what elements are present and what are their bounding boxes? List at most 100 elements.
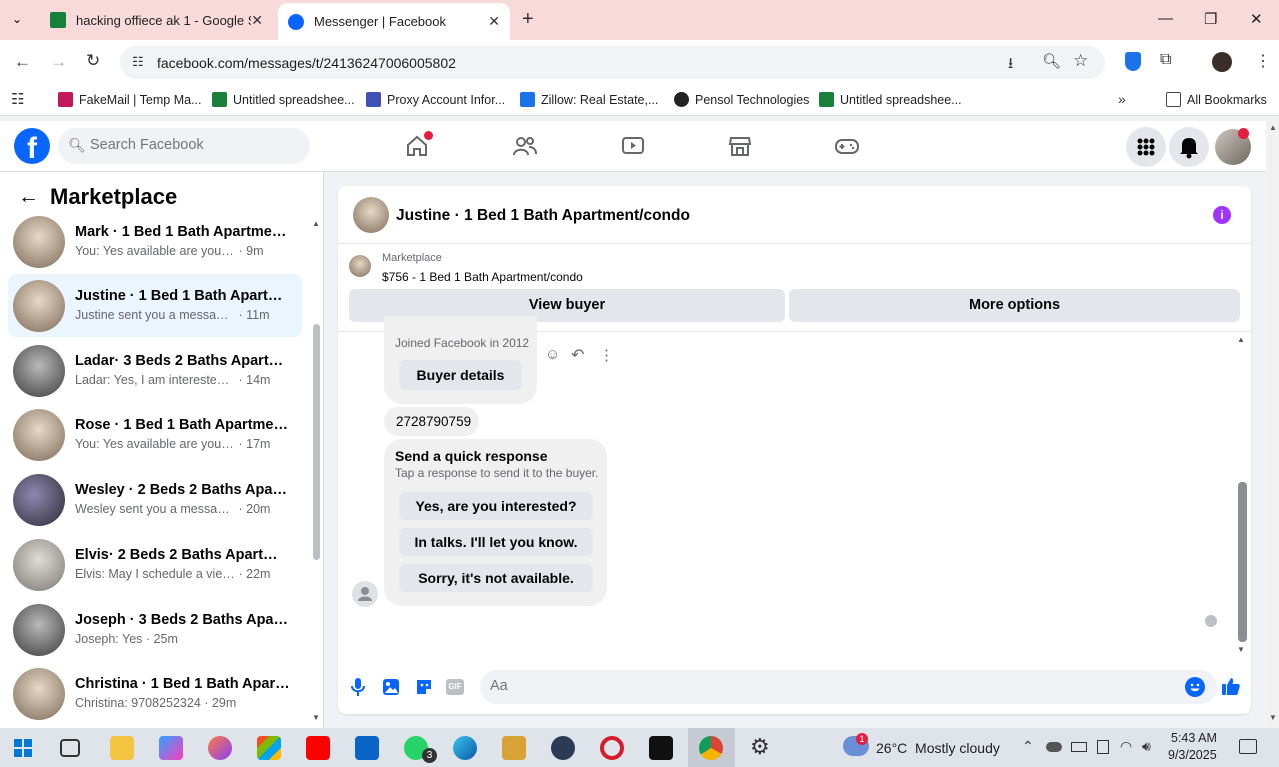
notification-center-icon[interactable] bbox=[1239, 739, 1257, 754]
wifi-icon[interactable]: ◠ bbox=[1120, 738, 1132, 755]
zoom-icon[interactable]: 🔍︎ bbox=[1042, 52, 1061, 70]
monitor-app-icon[interactable] bbox=[551, 736, 575, 760]
chrome-taskbar-active[interactable] bbox=[688, 728, 735, 767]
tab-google-sheets[interactable]: hacking offiece ak 1 - Google Sh ✕ bbox=[38, 0, 273, 40]
opera-icon[interactable] bbox=[600, 736, 624, 760]
volume-icon[interactable]: 🔊︎ bbox=[1142, 738, 1151, 755]
marketplace-icon[interactable] bbox=[727, 133, 753, 159]
bookmark-zillow[interactable]: Zillow: Real Estate,... bbox=[520, 92, 658, 107]
profile-avatar[interactable] bbox=[1212, 52, 1232, 72]
video-icon[interactable] bbox=[620, 133, 646, 159]
list-scrollbar-thumb[interactable] bbox=[313, 324, 320, 560]
extensions-icon[interactable]: ⧉ bbox=[1160, 51, 1171, 69]
react-emoji-icon[interactable]: ☺ bbox=[545, 346, 560, 363]
search-input[interactable] bbox=[90, 137, 290, 153]
window-close-icon[interactable]: ✕ bbox=[1250, 10, 1263, 28]
conversation-rose[interactable]: Rose · 1 Bed 1 Bath Apartment/condo You:… bbox=[8, 403, 302, 466]
quick-reply-not-available[interactable]: Sorry, it's not available. bbox=[399, 564, 593, 592]
bookmark-pensol[interactable]: Pensol Technologies bbox=[674, 92, 809, 107]
sticker-icon[interactable] bbox=[415, 678, 433, 696]
like-icon[interactable] bbox=[1221, 676, 1241, 696]
weather-text[interactable]: 26°C Mostly cloudy bbox=[876, 740, 1000, 756]
conversation-wesley[interactable]: Wesley · 2 Beds 2 Baths Apartment/condo … bbox=[8, 468, 302, 531]
list-scroll-down-icon[interactable]: ▼ bbox=[312, 713, 320, 722]
site-info-icon[interactable]: ☷ bbox=[132, 54, 144, 70]
listing-price-title[interactable]: $756 - 1 Bed 1 Bath Apartment/condo bbox=[382, 270, 583, 284]
bookmark-spreadsheet-2[interactable]: Untitled spreadshee... bbox=[819, 92, 962, 107]
vpn-shield-icon[interactable] bbox=[1125, 52, 1141, 71]
info-icon[interactable]: i bbox=[1213, 206, 1231, 224]
message-input[interactable] bbox=[490, 678, 1090, 694]
restore-icon[interactable]: ❐ bbox=[1204, 10, 1217, 28]
page-scrollbar[interactable]: ▲ ▼ bbox=[1266, 121, 1279, 728]
more-actions-icon[interactable]: ⋮ bbox=[599, 346, 614, 364]
conversation-christina[interactable]: Christina · 1 Bed 1 Bath Apartment/condo… bbox=[8, 662, 302, 725]
gaming-icon[interactable] bbox=[834, 133, 860, 159]
scroll-up-icon[interactable]: ▲ bbox=[1269, 123, 1277, 132]
photo-icon[interactable] bbox=[382, 678, 400, 696]
all-bookmarks[interactable]: All Bookmarks bbox=[1166, 92, 1267, 107]
new-tab-icon[interactable]: + bbox=[522, 8, 534, 31]
windows-start-icon[interactable] bbox=[14, 739, 32, 757]
conversation-mark[interactable]: Mark · 1 Bed 1 Bath Apartment/condo You:… bbox=[8, 210, 302, 273]
battery-icon[interactable] bbox=[1071, 742, 1087, 752]
onedrive-icon[interactable] bbox=[1046, 742, 1062, 752]
list-scroll-up-icon[interactable]: ▲ bbox=[312, 219, 320, 228]
copilot-icon[interactable] bbox=[159, 736, 183, 760]
conversation-justine[interactable]: Justine · 1 Bed 1 Bath Apartment/condo J… bbox=[8, 274, 302, 337]
address-bar[interactable]: ☷ facebook.com/messages/t/24136247006005… bbox=[120, 46, 1105, 79]
facebook-logo[interactable]: f bbox=[14, 128, 50, 164]
close-tab-icon[interactable]: ✕ bbox=[251, 12, 263, 29]
close-tab-icon[interactable]: ✕ bbox=[488, 13, 500, 30]
show-hidden-icons[interactable]: ⌃ bbox=[1022, 738, 1034, 755]
chat-scrollbar-thumb[interactable] bbox=[1238, 482, 1247, 642]
clock-date[interactable]: 9/3/2025 bbox=[1168, 748, 1217, 762]
microsoft-store-icon[interactable] bbox=[257, 736, 281, 760]
emoji-icon[interactable] bbox=[1185, 677, 1205, 697]
tab-messenger[interactable]: Messenger | Facebook ✕ bbox=[278, 3, 510, 40]
quick-reply-in-talks[interactable]: In talks. I'll let you know. bbox=[399, 528, 593, 556]
outlook-icon[interactable] bbox=[355, 736, 379, 760]
buyer-details-button[interactable]: Buyer details bbox=[399, 360, 522, 390]
install-app-icon[interactable]: ⭳ bbox=[1008, 53, 1013, 78]
back-arrow-icon[interactable]: ← bbox=[18, 185, 39, 209]
friends-icon[interactable] bbox=[512, 133, 538, 159]
network-adapter-icon[interactable] bbox=[1097, 740, 1109, 754]
scroll-down-icon[interactable]: ▼ bbox=[1269, 713, 1277, 722]
message-composer[interactable] bbox=[480, 670, 1217, 704]
notifications-button[interactable] bbox=[1169, 127, 1209, 167]
conversation-elvis[interactable]: Elvis· 2 Beds 2 Baths Apartment/condo El… bbox=[8, 533, 302, 596]
menu-grid-button[interactable] bbox=[1126, 127, 1166, 167]
more-options-button[interactable]: More options bbox=[789, 289, 1240, 322]
facebook-search[interactable]: 🔍︎ bbox=[58, 128, 310, 164]
bookmark-fakemail[interactable]: FakeMail | Temp Ma... bbox=[58, 92, 202, 107]
reload-icon[interactable]: ↻ bbox=[86, 51, 100, 71]
chat-avatar[interactable] bbox=[353, 197, 389, 233]
bookmark-star-icon[interactable]: ☆ bbox=[1073, 51, 1088, 71]
more-bookmarks-icon[interactable]: » bbox=[1118, 91, 1126, 107]
file-explorer-icon[interactable] bbox=[110, 736, 134, 760]
chat-scroll-down-icon[interactable]: ▼ bbox=[1237, 645, 1245, 654]
youtube-icon[interactable] bbox=[306, 736, 330, 760]
microphone-icon[interactable] bbox=[350, 677, 366, 697]
app-icon-purple[interactable] bbox=[208, 736, 232, 760]
apps-grid-icon[interactable]: ☷ bbox=[11, 90, 24, 108]
minimize-icon[interactable]: — bbox=[1158, 10, 1173, 27]
bookmark-spreadsheet-1[interactable]: Untitled spreadshee... bbox=[212, 92, 355, 107]
chat-title[interactable]: Justine · 1 Bed 1 Bath Apartment/condo bbox=[396, 207, 690, 225]
clock-time[interactable]: 5:43 AM bbox=[1171, 731, 1217, 745]
tiktok-icon[interactable] bbox=[649, 736, 673, 760]
edge-icon[interactable] bbox=[453, 736, 477, 760]
settings-icon[interactable]: ⚙ bbox=[750, 734, 770, 760]
reply-icon[interactable]: ↶ bbox=[571, 345, 584, 365]
back-icon[interactable]: ← bbox=[14, 52, 31, 72]
conversation-ladar[interactable]: Ladar· 3 Beds 2 Baths Apartment/condo La… bbox=[8, 339, 302, 402]
conversation-joseph[interactable]: Joseph · 3 Beds 2 Baths Apartment/condo … bbox=[8, 598, 302, 661]
chrome-menu-icon[interactable]: ⋮ bbox=[1255, 51, 1271, 71]
bookmark-proxy[interactable]: Proxy Account Infor... bbox=[366, 92, 505, 107]
task-view-icon[interactable] bbox=[60, 739, 80, 757]
medal-app-icon[interactable] bbox=[502, 736, 526, 760]
forward-icon[interactable]: → bbox=[50, 52, 67, 72]
quick-reply-interested[interactable]: Yes, are you interested? bbox=[399, 492, 593, 520]
tab-search-chevron-icon[interactable]: ⌄ bbox=[12, 12, 22, 26]
